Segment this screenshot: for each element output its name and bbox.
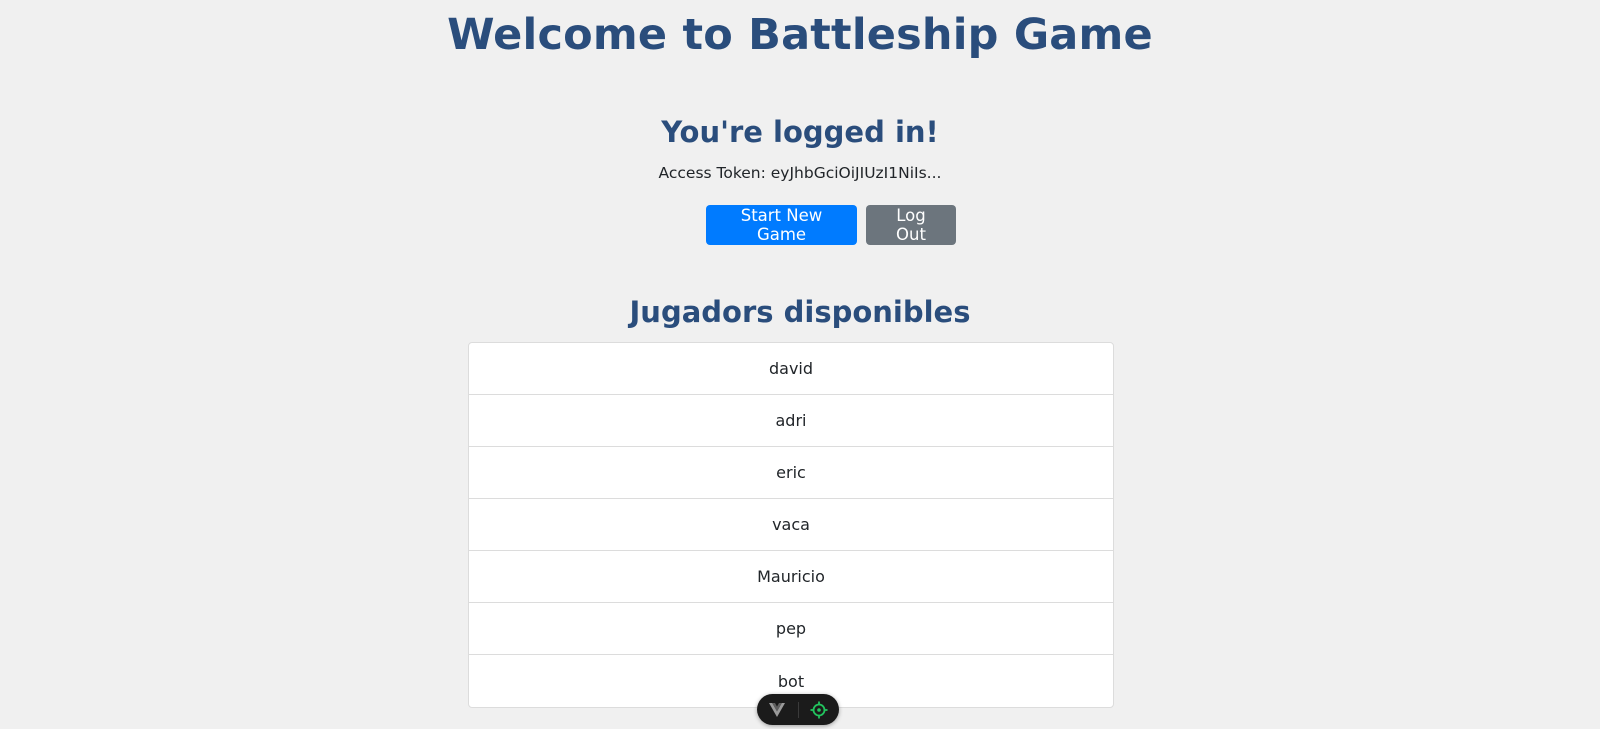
login-status-heading: You're logged in! — [661, 115, 939, 149]
devtools-toolbar — [757, 694, 839, 725]
player-item-mauricio[interactable]: Mauricio — [469, 551, 1113, 603]
action-buttons: Start New Game Log Out — [0, 205, 1600, 245]
player-item-pep[interactable]: pep — [469, 603, 1113, 655]
players-heading: Jugadors disponibles — [629, 295, 971, 329]
page: Welcome to Battleship Game You're logged… — [0, 0, 1600, 729]
start-new-game-button[interactable]: Start New Game — [706, 205, 857, 245]
target-inspect-icon[interactable] — [798, 694, 839, 725]
player-list: david adri eric vaca Mauricio pep bot — [468, 342, 1114, 708]
log-out-button[interactable]: Log Out — [866, 205, 956, 245]
player-item-vaca[interactable]: vaca — [469, 499, 1113, 551]
player-item-adri[interactable]: adri — [469, 395, 1113, 447]
player-item-david[interactable]: david — [469, 343, 1113, 395]
access-token-text: Access Token: eyJhbGciOiJIUzI1NiIs... — [658, 164, 942, 182]
page-title: Welcome to Battleship Game — [447, 10, 1153, 60]
vue-logo-icon[interactable] — [757, 694, 798, 725]
player-item-eric[interactable]: eric — [469, 447, 1113, 499]
